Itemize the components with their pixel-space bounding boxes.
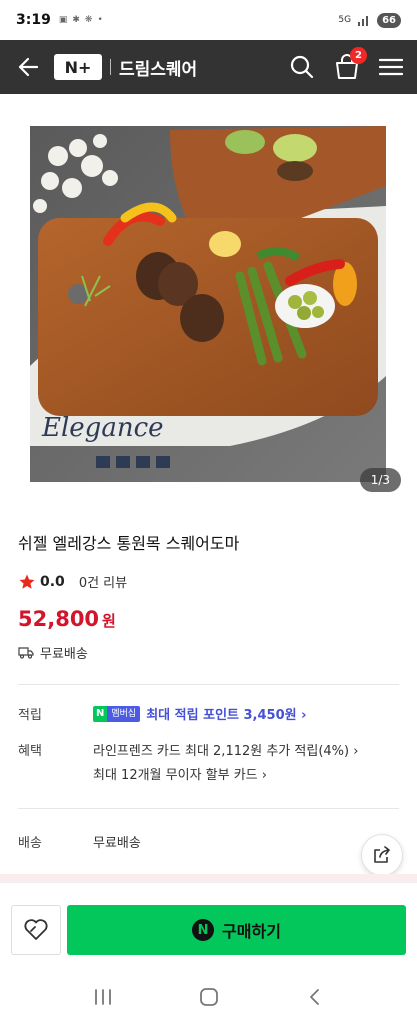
- product-gallery[interactable]: Elegance 1/3: [0, 94, 417, 504]
- section-strip: [0, 874, 417, 882]
- membership-n-icon: N: [93, 705, 108, 722]
- cart-button[interactable]: 2: [333, 47, 367, 81]
- header-divider: [110, 59, 111, 75]
- back-button[interactable]: [14, 53, 42, 81]
- section-divider: [18, 684, 399, 685]
- benefit-label: 혜택: [18, 744, 42, 759]
- buy-button[interactable]: N 구매하기: [67, 905, 406, 955]
- store-name[interactable]: 드림스퀘어: [119, 55, 197, 80]
- chevron-right-icon: ›: [301, 708, 307, 723]
- network-label: 5G: [338, 15, 352, 25]
- home-icon[interactable]: [198, 986, 220, 1008]
- system-nav-bar: [0, 970, 417, 1024]
- benefit-line2: 최대 12개월 무이자 할부 카드: [93, 768, 258, 783]
- chevron-right-icon: ›: [261, 768, 267, 783]
- review-count-link[interactable]: 0건 리뷰: [79, 572, 127, 591]
- shipping-row: 무료배송: [18, 643, 398, 662]
- cutting-board-illustration: Elegance: [30, 126, 386, 482]
- product-title: 쉬젤 엘레강스 통원목 스퀘어도마: [18, 534, 240, 553]
- currency: 원: [102, 612, 116, 630]
- status-right: 5G 66: [338, 12, 401, 28]
- points-link[interactable]: 최대 적립 포인트 3,450원 ›: [146, 704, 306, 723]
- naver-plus-logo[interactable]: N+: [54, 54, 102, 80]
- naver-pay-icon: N: [192, 919, 215, 941]
- product-info: 쉬젤 엘레강스 통원목 스퀘어도마 0.0 0건 리뷰 52,800 원 무료배…: [18, 530, 398, 662]
- rating-row: 0.0 0건 리뷰: [18, 572, 398, 591]
- status-time: 3:19: [16, 12, 51, 28]
- image-counter: 1/3: [359, 468, 401, 492]
- signal-icon: [358, 16, 369, 26]
- rating-value: 0.0: [40, 573, 65, 590]
- settings-icon: ❋: [84, 15, 93, 25]
- share-icon: [374, 846, 390, 863]
- header-actions: 2: [289, 47, 403, 81]
- chevron-right-icon: ›: [353, 744, 359, 759]
- status-left-icons: ▣ ✱ ❋ •: [59, 15, 103, 25]
- app-header: N+ 드림스퀘어 2: [0, 40, 417, 94]
- star-icon: [19, 574, 35, 589]
- dot-icon: •: [97, 15, 103, 25]
- recent-apps-icon[interactable]: [92, 987, 114, 1007]
- points-row: 적립 N 멤버십 최대 적립 포인트 3,450원 ›: [18, 704, 403, 723]
- points-text: 최대 적립 포인트 3,450원: [146, 708, 297, 723]
- points-label: 적립: [18, 708, 42, 723]
- product-photo[interactable]: Elegance: [30, 126, 386, 482]
- back-arrow-icon: [18, 57, 39, 77]
- wishlist-button[interactable]: [11, 905, 61, 955]
- section-divider: [18, 808, 399, 809]
- delivery-row: 배송 무료배송: [18, 832, 403, 851]
- benefit-list: 라인프렌즈 카드 최대 2,112원 추가 적립(4%) › 최대 12개월 무…: [93, 740, 358, 788]
- delivery-label: 배송: [18, 836, 42, 851]
- fan-icon: ✱: [72, 15, 80, 25]
- status-bar: 3:19 ▣ ✱ ❋ • 5G 66: [0, 0, 417, 40]
- benefits-row: 혜택 라인프렌즈 카드 최대 2,112원 추가 적립(4%) › 최대 12개…: [18, 740, 403, 788]
- delivery-value: 무료배송: [93, 836, 141, 851]
- share-button[interactable]: [361, 834, 403, 876]
- truck-icon: [18, 647, 34, 659]
- cart-count-badge: 2: [350, 47, 367, 64]
- benefit-line1: 라인프렌즈 카드 최대 2,112원 추가 적립(4%): [93, 744, 350, 759]
- shipping-text: 무료배송: [40, 647, 88, 662]
- heart-icon: [24, 919, 48, 940]
- membership-badge: N 멤버십: [93, 705, 141, 722]
- benefit-installment-link[interactable]: 최대 12개월 무이자 할부 카드 ›: [93, 764, 358, 788]
- purchase-bar: N 구매하기: [0, 882, 417, 970]
- price: 52,800: [18, 607, 100, 631]
- search-icon[interactable]: [289, 54, 315, 80]
- back-nav-icon[interactable]: [305, 987, 325, 1007]
- elegance-watermark: Elegance: [41, 413, 164, 443]
- battery-indicator: 66: [377, 12, 401, 28]
- membership-badge-text: 멤버십: [107, 705, 141, 722]
- price-row: 52,800 원: [18, 607, 398, 631]
- gallery-icon: ▣: [58, 15, 68, 25]
- menu-icon[interactable]: [379, 57, 403, 77]
- buy-button-label: 구매하기: [222, 922, 281, 941]
- benefit-card-link[interactable]: 라인프렌즈 카드 최대 2,112원 추가 적립(4%) ›: [93, 740, 358, 764]
